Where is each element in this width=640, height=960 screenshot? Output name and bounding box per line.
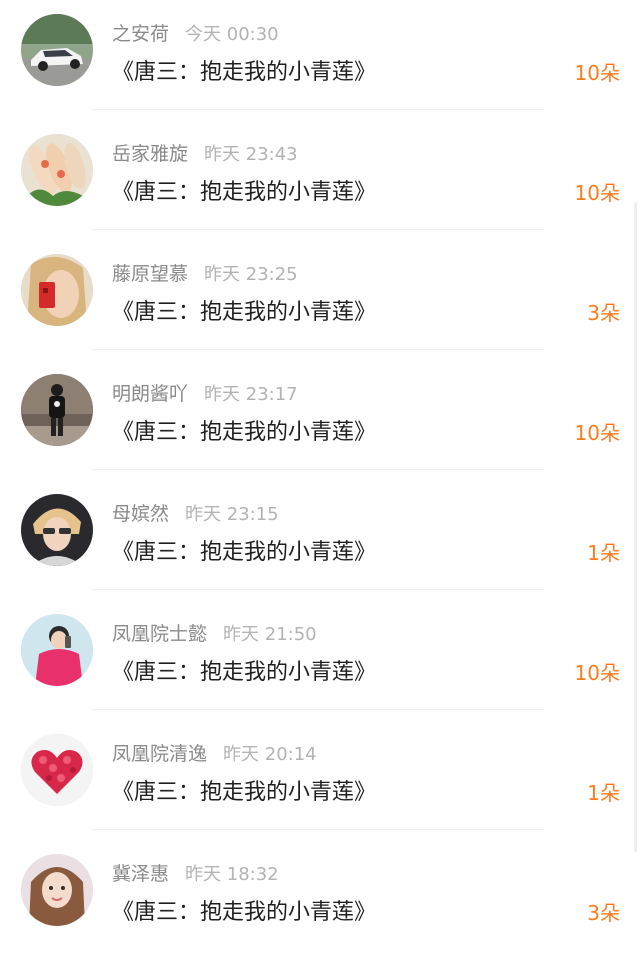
- gift-count: 10朵: [574, 61, 620, 85]
- divider: [92, 469, 544, 470]
- user-name[interactable]: 母嫔然: [112, 503, 169, 525]
- gift-record-item[interactable]: 冀泽惠 昨天 18:32 《唐三：抱走我的小青莲》 3朵: [0, 840, 640, 960]
- gift-title: 《唐三：抱走我的小青莲》: [112, 900, 377, 925]
- avatar-selfie-photo[interactable]: [21, 254, 93, 326]
- user-name[interactable]: 之安荷: [112, 23, 169, 45]
- user-name[interactable]: 岳家雅旋: [112, 143, 188, 165]
- gift-time: 昨天 23:25: [204, 264, 298, 285]
- gift-count: 10朵: [574, 181, 620, 205]
- gift-count: 1朵: [587, 781, 620, 805]
- gift-record-item[interactable]: 凤凰院士懿 昨天 21:50 《唐三：抱走我的小青莲》 10朵: [0, 600, 640, 720]
- divider: [92, 829, 544, 830]
- scrollbar[interactable]: [634, 202, 637, 852]
- user-name[interactable]: 凤凰院清逸: [112, 743, 207, 765]
- avatar-person-photo[interactable]: [21, 854, 93, 926]
- gift-time: 昨天 20:14: [223, 744, 317, 765]
- gift-record-item[interactable]: 凤凰院清逸 昨天 20:14 《唐三：抱走我的小青莲》 1朵: [0, 720, 640, 840]
- divider: [92, 709, 544, 710]
- avatar-person-photo[interactable]: [21, 374, 93, 446]
- avatar-person-photo[interactable]: [21, 614, 93, 686]
- avatar-person-photo[interactable]: [21, 494, 93, 566]
- divider: [92, 109, 544, 110]
- gift-count: 3朵: [587, 901, 620, 925]
- gift-time: 昨天 23:15: [185, 504, 279, 525]
- gift-record-item[interactable]: 母嫔然 昨天 23:15 《唐三：抱走我的小青莲》 1朵: [0, 480, 640, 600]
- user-name[interactable]: 凤凰院士懿: [112, 623, 207, 645]
- gift-count: 10朵: [574, 661, 620, 685]
- divider: [92, 229, 544, 230]
- gift-title: 《唐三：抱走我的小青莲》: [112, 60, 377, 85]
- avatar-food-photo[interactable]: [21, 134, 93, 206]
- gift-title: 《唐三：抱走我的小青莲》: [112, 540, 377, 565]
- gift-title: 《唐三：抱走我的小青莲》: [112, 300, 377, 325]
- gift-title: 《唐三：抱走我的小青莲》: [112, 660, 377, 685]
- user-name[interactable]: 藤原望慕: [112, 263, 188, 285]
- gift-time: 今天 00:30: [185, 24, 279, 45]
- gift-time: 昨天 18:32: [185, 864, 279, 885]
- gift-count: 1朵: [587, 541, 620, 565]
- divider: [92, 349, 544, 350]
- gift-record-item[interactable]: 之安荷 今天 00:30 《唐三：抱走我的小青莲》 10朵: [0, 0, 640, 120]
- gift-time: 昨天 23:17: [204, 384, 298, 405]
- gift-record-item[interactable]: 岳家雅旋 昨天 23:43 《唐三：抱走我的小青莲》 10朵: [0, 120, 640, 240]
- gift-count: 3朵: [587, 301, 620, 325]
- gift-record-list: 之安荷 今天 00:30 《唐三：抱走我的小青莲》 10朵 岳家雅旋 昨天 23:4…: [0, 0, 640, 960]
- avatar-heart-roses-photo[interactable]: [21, 734, 93, 806]
- gift-record-item[interactable]: 藤原望慕 昨天 23:25 《唐三：抱走我的小青莲》 3朵: [0, 240, 640, 360]
- gift-count: 10朵: [574, 421, 620, 445]
- gift-title: 《唐三：抱走我的小青莲》: [112, 180, 377, 205]
- gift-title: 《唐三：抱走我的小青莲》: [112, 420, 377, 445]
- divider: [92, 589, 544, 590]
- gift-title: 《唐三：抱走我的小青莲》: [112, 780, 377, 805]
- gift-time: 昨天 21:50: [223, 624, 317, 645]
- avatar-car-photo[interactable]: [21, 14, 93, 86]
- gift-time: 昨天 23:43: [204, 144, 298, 165]
- user-name[interactable]: 明朗酱吖: [112, 383, 188, 405]
- user-name[interactable]: 冀泽惠: [112, 863, 169, 885]
- gift-record-item[interactable]: 明朗酱吖 昨天 23:17 《唐三：抱走我的小青莲》 10朵: [0, 360, 640, 480]
